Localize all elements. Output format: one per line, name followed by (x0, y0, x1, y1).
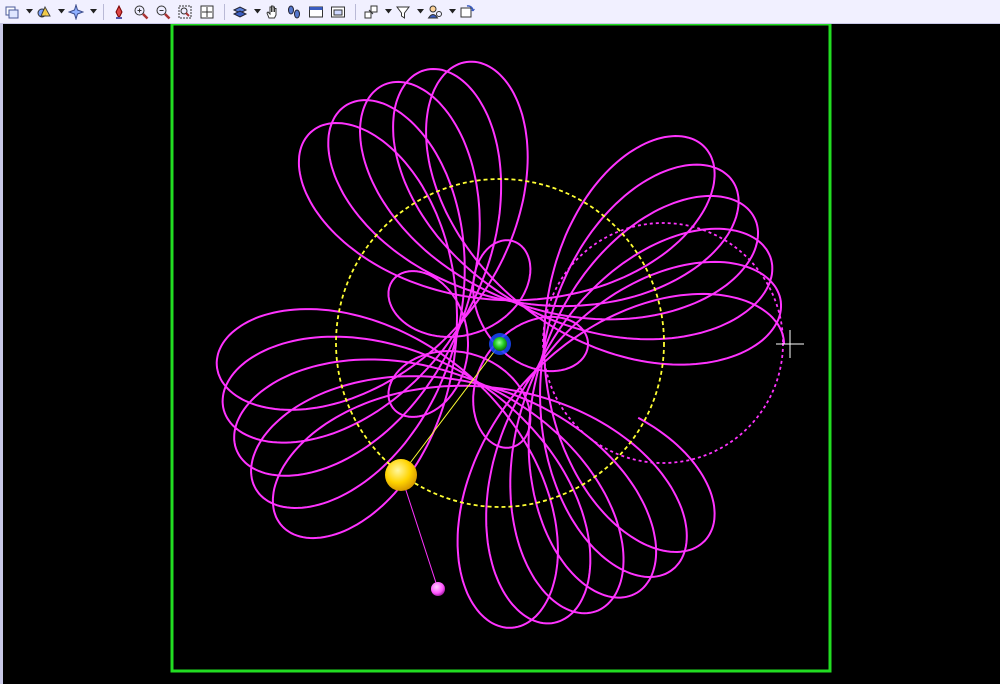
zoom-all-button[interactable] (197, 2, 217, 22)
window-button[interactable] (306, 2, 326, 22)
layer-button[interactable] (230, 2, 250, 22)
pen-tool-icon (115, 4, 123, 19)
chevron-down-icon (89, 9, 97, 14)
arrange-dropdown[interactable] (383, 2, 393, 22)
chevron-down-icon (448, 9, 456, 14)
effects-icon (68, 3, 84, 20)
footsteps-button[interactable] (284, 2, 304, 22)
layer-icon (232, 5, 248, 18)
zoom-fit-button[interactable] (175, 2, 195, 22)
filter-dropdown[interactable] (415, 2, 425, 22)
chevron-down-icon (384, 9, 392, 14)
layer-dropdown[interactable] (252, 2, 262, 22)
hand-pan-button[interactable] (262, 2, 282, 22)
filter-button[interactable] (393, 2, 413, 22)
filter-icon (396, 6, 410, 19)
toolbar-separator (224, 3, 225, 20)
moon-link-line (400, 474, 439, 590)
person-search-dropdown[interactable] (447, 2, 457, 22)
shapes-icon (37, 5, 51, 17)
chevron-down-icon (57, 9, 65, 14)
moon-body[interactable] (431, 582, 445, 596)
effects-dropdown[interactable] (88, 2, 98, 22)
window-icon (309, 6, 323, 17)
chevron-down-icon (416, 9, 424, 14)
view-options-button[interactable] (2, 2, 22, 22)
pen-tool-button[interactable] (109, 2, 129, 22)
zoom-fit-icon (178, 5, 192, 18)
person-search-icon (427, 5, 442, 18)
hand-pan-icon (266, 5, 277, 18)
shapes-dropdown[interactable] (56, 2, 66, 22)
zoom-out-button[interactable] (153, 2, 173, 22)
zoom-out-icon (156, 5, 171, 19)
moon-orbit-loop (542, 222, 784, 464)
refresh-icon (460, 4, 475, 17)
shapes-button[interactable] (34, 2, 54, 22)
chevron-down-icon (253, 9, 261, 14)
person-search-button[interactable] (425, 2, 445, 22)
simulation-canvas[interactable] (0, 24, 1000, 684)
center-body[interactable] (493, 337, 507, 351)
crosshair-cursor (776, 330, 804, 358)
footsteps-icon (288, 5, 300, 18)
zoom-all-icon (200, 5, 214, 18)
toolbar (0, 0, 1000, 24)
zoom-in-icon (134, 5, 149, 19)
toolbar-separator (103, 3, 104, 20)
view-options-dropdown[interactable] (24, 2, 34, 22)
chevron-down-icon (25, 9, 33, 14)
effects-button[interactable] (66, 2, 86, 22)
frame-icon (331, 6, 345, 17)
zoom-in-button[interactable] (131, 2, 151, 22)
arrange-icon (364, 5, 378, 18)
planet-body[interactable] (385, 459, 417, 491)
toolbar-separator (355, 3, 356, 20)
refresh-button[interactable] (457, 2, 477, 22)
view-options-icon (5, 6, 19, 18)
arrange-button[interactable] (361, 2, 381, 22)
frame-button[interactable] (328, 2, 348, 22)
